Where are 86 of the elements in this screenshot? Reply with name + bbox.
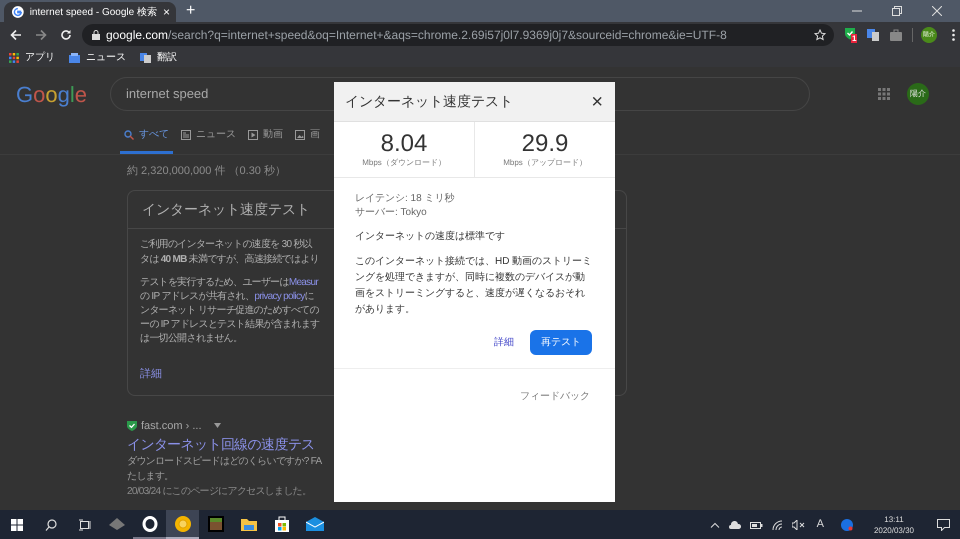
- translate-icon[interactable]: [867, 29, 879, 41]
- wifi-icon[interactable]: [772, 520, 783, 530]
- round-app-icon[interactable]: [840, 518, 853, 530]
- bookmark-link[interactable]: アプリ: [9, 50, 55, 65]
- chevron-up-icon[interactable]: [710, 522, 720, 528]
- search-tab[interactable]: 動画: [244, 127, 287, 154]
- card-text-line: ンターネット リサーチ促進のためすべての: [140, 304, 319, 318]
- dialog-close-button[interactable]: ×: [591, 92, 603, 112]
- apps-grid-icon[interactable]: [878, 88, 890, 100]
- result-title-link[interactable]: インターネット回線の速度テス: [127, 434, 315, 454]
- details-link[interactable]: 詳細: [494, 335, 514, 350]
- search-tab[interactable]: すべて: [120, 127, 173, 154]
- ring-app-icon: [142, 516, 158, 532]
- text-link[interactable]: privacy policy: [254, 290, 305, 304]
- search-icon[interactable]: [45, 518, 57, 530]
- card-text-line: の IP アドレスが共有され、: [140, 290, 254, 304]
- speed-unit-label: Mbps（ダウンロード）: [362, 157, 446, 169]
- retest-button[interactable]: 再テスト: [530, 330, 592, 355]
- cube-app-icon: [108, 516, 126, 530]
- result-site: fast.com › ...: [141, 418, 202, 434]
- speed-value: 8.04: [380, 131, 428, 157]
- search-tab[interactable]: 画: [291, 127, 324, 154]
- bookmark-link[interactable]: ニュース: [69, 50, 126, 65]
- result-snippet-line: たします。: [127, 470, 174, 484]
- notification-badge: 1: [851, 34, 858, 43]
- windows-start-icon[interactable]: [11, 518, 23, 530]
- latency-text: レイテンシ: 18 ミリ秒: [355, 192, 454, 206]
- forward-icon[interactable]: [35, 29, 47, 41]
- star-icon[interactable]: [814, 29, 826, 41]
- address-bar[interactable]: google.com/search?q=internet+speed&oq=Internet+&aqs=chrome.2.69i57j0l7.9369j0j7&sourceid=chrome&ie=UTF-8: [82, 24, 834, 46]
- close-icon[interactable]: [932, 6, 942, 16]
- visited-note: 20/03/24 にこのページにアクセスしました。: [127, 485, 312, 499]
- speed-value: 29.9: [522, 131, 568, 157]
- dialog-title: インターネット速度テスト: [345, 92, 514, 111]
- store-bag-icon: [274, 516, 290, 532]
- lock-icon: [92, 30, 100, 40]
- speed-unit-label: Mbps（アップロード）: [503, 157, 587, 169]
- browser-app-icon: [174, 516, 190, 532]
- search-icon: [124, 130, 134, 140]
- bookmark-link[interactable]: 翻訳: [140, 50, 177, 65]
- card-title: インターネット速度テスト: [142, 200, 310, 218]
- restore-icon[interactable]: [892, 6, 902, 16]
- play-icon: [248, 130, 258, 140]
- account-avatar[interactable]: 陽介: [907, 83, 929, 105]
- mail-icon: [306, 516, 324, 530]
- verified-shield-icon: [127, 420, 137, 432]
- bag-icon[interactable]: [890, 29, 902, 41]
- card-text-line: テストを実行するため、ユーザーは: [140, 276, 289, 290]
- tab-title: internet speed - Google 検索: [30, 6, 157, 20]
- taskbar-app-button[interactable]: [166, 510, 199, 539]
- grass-block-icon: [208, 516, 224, 532]
- speed-description: このインターネット接続では、HD 動画のストリーミングを処理できますが、同時に複数のデバイスが動画をストリーミングすると、速度が遅くなるおそれがあります。: [355, 254, 593, 317]
- google-logo: Google: [16, 80, 88, 109]
- card-text-line: に: [304, 290, 314, 304]
- search-tab[interactable]: ニュース: [177, 127, 240, 154]
- notification-icon[interactable]: [937, 518, 950, 530]
- speed-verdict: インターネットの速度は標準です: [355, 230, 505, 244]
- translate-icon: [140, 52, 151, 62]
- card-text-line: タは 40 MB 未満ですが、高速接続ではより: [140, 252, 319, 266]
- result-snippet-line: ダウンロードスピードはどのくらいですか? FA: [127, 455, 322, 469]
- text-link[interactable]: Measur: [288, 276, 318, 290]
- tab-close-button[interactable]: ×: [162, 6, 170, 18]
- google-icon: [12, 6, 24, 18]
- task-view-icon[interactable]: [79, 518, 91, 530]
- reload-icon[interactable]: [60, 29, 72, 41]
- card-text-line: ご利用のインターネットの速度を 30 秒以: [140, 238, 312, 252]
- back-icon[interactable]: [10, 29, 22, 41]
- clock-date[interactable]: 2020/03/30: [874, 524, 914, 536]
- card-text-line: は一切公開されません。: [140, 332, 242, 346]
- image-icon: [295, 130, 305, 140]
- card-text-line: ーの IP アドレスとテスト結果が含まれます: [140, 318, 320, 332]
- ime-indicator[interactable]: A: [816, 516, 824, 533]
- browser-tab[interactable]: internet speed - Google 検索 ×: [4, 2, 176, 22]
- apps-grid-icon: [9, 52, 19, 62]
- clock-time[interactable]: 13:11: [884, 514, 904, 524]
- menu-icon[interactable]: [952, 29, 955, 41]
- details-link[interactable]: 詳細: [140, 366, 162, 382]
- dropdown-caret-icon[interactable]: [214, 423, 221, 428]
- muted-speaker-icon[interactable]: [792, 520, 805, 530]
- new-tab-button[interactable]: +: [186, 3, 196, 19]
- cloud-icon[interactable]: [728, 520, 741, 528]
- battery-icon[interactable]: [750, 520, 763, 528]
- folder-icon: [240, 516, 256, 530]
- feedback-link[interactable]: フィードバック: [520, 391, 590, 402]
- url-text: google.com/search?q=internet+speed&oq=Internet+&aqs=chrome.2.69i57j0l7.9369j0j7&sourceid=chrome&ie=UTF-8: [106, 27, 728, 44]
- server-text: サーバー: Tokyo: [355, 206, 427, 220]
